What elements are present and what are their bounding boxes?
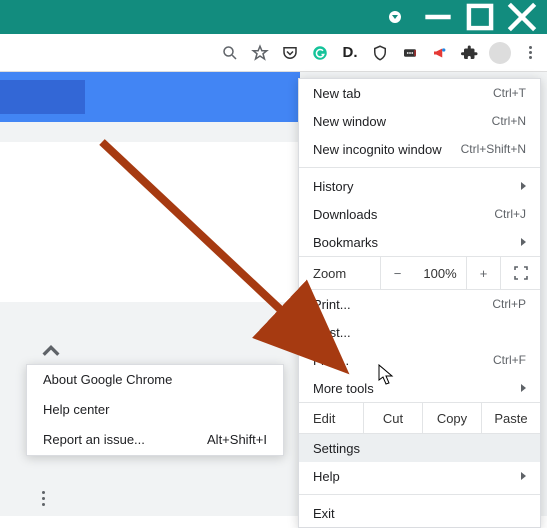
dropdown-indicator-icon[interactable] [389,11,401,23]
zoom-out-button[interactable]: − [380,257,414,289]
chrome-menu-button[interactable] [519,42,541,64]
menu-more-tools[interactable]: More tools [299,374,540,402]
menu-label: Downloads [313,207,377,222]
browser-toolbar: D. [0,34,547,72]
menu-new-tab[interactable]: New tab Ctrl+T [299,79,540,107]
zoom-label: Zoom [299,266,380,281]
menu-zoom-row: Zoom − 100% + [299,256,540,290]
bookmark-star-icon[interactable] [249,42,271,64]
menu-print[interactable]: Print... Ctrl+P [299,290,540,318]
profile-avatar-icon[interactable] [489,42,511,64]
menu-new-incognito[interactable]: New incognito window Ctrl+Shift+N [299,135,540,163]
menu-label: Print... [313,297,351,312]
grammarly-extension-icon[interactable] [309,42,331,64]
menu-label: New window [313,114,386,129]
menu-settings[interactable]: Settings [299,434,540,462]
page-card [0,142,300,302]
minimize-button[interactable] [419,3,457,31]
submenu-about-chrome[interactable]: About Google Chrome [27,365,283,395]
edit-cut-button[interactable]: Cut [363,403,422,433]
menu-exit[interactable]: Exit [299,499,540,527]
close-button[interactable] [503,3,541,31]
menu-label: History [313,179,353,194]
menu-label: About Google Chrome [43,372,172,388]
menu-label: New incognito window [313,142,442,157]
edit-label: Edit [299,411,363,426]
menu-shortcut: Ctrl+T [493,86,526,100]
menu-label: Exit [313,506,335,521]
help-submenu: About Google Chrome Help center Report a… [26,364,284,456]
submenu-chevron-icon [521,182,526,190]
submenu-chevron-icon [521,384,526,392]
submenu-chevron-icon [521,472,526,480]
menu-help[interactable]: Help [299,462,540,490]
window-titlebar [0,0,547,34]
megaphone-extension-icon[interactable] [429,42,451,64]
menu-shortcut: Ctrl+N [492,114,526,128]
submenu-chevron-icon [521,238,526,246]
collapse-caret-icon[interactable] [40,340,62,362]
menu-label: New tab [313,86,361,101]
menu-downloads[interactable]: Downloads Ctrl+J [299,200,540,228]
page-header-accent [0,80,85,114]
ublock-shield-icon[interactable] [369,42,391,64]
edit-paste-button[interactable]: Paste [481,403,540,433]
page-header-band [0,72,300,122]
menu-bookmarks[interactable]: Bookmarks [299,228,540,256]
maximize-button[interactable] [461,3,499,31]
submenu-report-issue[interactable]: Report an issue... Alt+Shift+I [27,425,283,455]
menu-cast[interactable]: Cast... [299,318,540,346]
menu-new-window[interactable]: New window Ctrl+N [299,107,540,135]
lastpass-extension-icon[interactable] [399,42,421,64]
menu-label: More tools [313,381,374,396]
menu-label: Help [313,469,340,484]
pocket-extension-icon[interactable] [279,42,301,64]
menu-separator [299,494,540,495]
zoom-icon[interactable] [219,42,241,64]
menu-label: Settings [313,441,360,456]
menu-label: Cast... [313,325,351,340]
menu-edit-row: Edit Cut Copy Paste [299,402,540,434]
menu-find[interactable]: Find... Ctrl+F [299,346,540,374]
menu-label: Find... [313,353,349,368]
menu-shortcut: Ctrl+P [492,297,526,311]
menu-shortcut: Ctrl+F [493,353,526,367]
zoom-value: 100% [414,266,466,281]
menu-shortcut: Ctrl+Shift+N [461,142,526,156]
menu-label: Bookmarks [313,235,378,250]
menu-label: Help center [43,402,109,418]
edit-copy-button[interactable]: Copy [422,403,481,433]
submenu-help-center[interactable]: Help center [27,395,283,425]
zoom-in-button[interactable]: + [466,257,500,289]
extensions-puzzle-icon[interactable] [459,42,481,64]
menu-history[interactable]: History [299,172,540,200]
overflow-menu-icon[interactable] [42,491,45,506]
menu-shortcut: Ctrl+J [494,207,526,221]
menu-shortcut: Alt+Shift+I [207,432,267,448]
menu-separator [299,167,540,168]
menu-label: Report an issue... [43,432,145,448]
chrome-main-menu: New tab Ctrl+T New window Ctrl+N New incog… [298,78,541,528]
d-extension-icon[interactable]: D. [339,42,361,64]
fullscreen-button[interactable] [500,257,540,289]
